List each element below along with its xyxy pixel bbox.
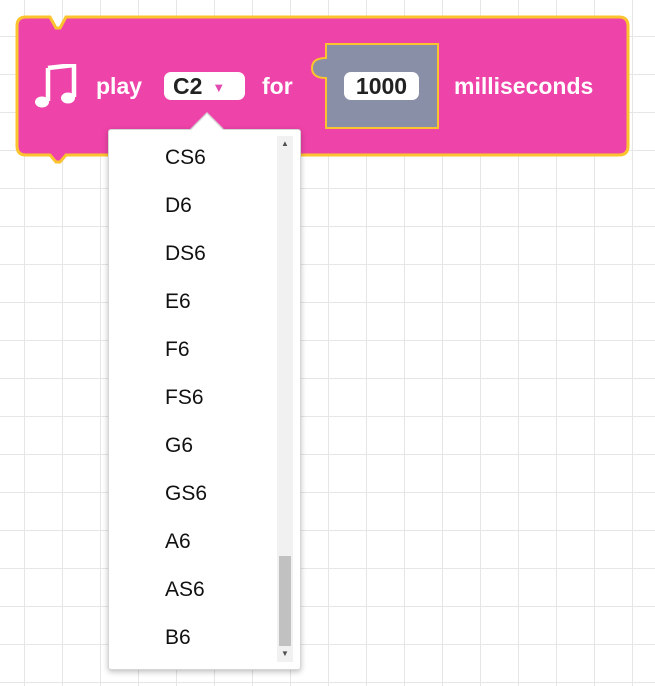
menu-item-f6[interactable]: F6 xyxy=(109,326,277,374)
scroll-down-icon[interactable]: ▼ xyxy=(277,646,293,662)
scrollbar-thumb[interactable] xyxy=(279,556,291,646)
menu-item-d6[interactable]: D6 xyxy=(109,182,277,230)
play-note-block[interactable] xyxy=(0,0,655,686)
menu-item-e6[interactable]: E6 xyxy=(109,278,277,326)
menu-item-as6[interactable]: AS6 xyxy=(109,566,277,614)
note-dropdown[interactable]: C2 ▼ xyxy=(164,72,245,100)
dropdown-scrollbar[interactable]: ▲ ▼ xyxy=(277,136,293,662)
menu-item-gs6[interactable]: GS6 xyxy=(109,470,277,518)
menu-item-a6[interactable]: A6 xyxy=(109,518,277,566)
menu-item-fs6[interactable]: FS6 xyxy=(109,374,277,422)
for-label: for xyxy=(262,73,293,99)
dropdown-pointer-fill xyxy=(190,114,224,131)
music-note-icon xyxy=(34,62,80,115)
duration-input[interactable]: 1000 xyxy=(344,72,419,100)
menu-item-g6[interactable]: G6 xyxy=(109,422,277,470)
scroll-up-icon[interactable]: ▲ xyxy=(277,136,293,152)
note-dropdown-menu: CS6 D6 DS6 E6 F6 FS6 G6 GS6 A6 AS6 B6 ▲ … xyxy=(108,129,301,670)
menu-item-cs6[interactable]: CS6 xyxy=(109,134,277,182)
note-value: C2 xyxy=(173,73,203,99)
note-options-list: CS6 D6 DS6 E6 F6 FS6 G6 GS6 A6 AS6 B6 xyxy=(109,130,277,669)
menu-item-b6[interactable]: B6 xyxy=(109,614,277,662)
menu-item-ds6[interactable]: DS6 xyxy=(109,230,277,278)
dropdown-arrow-icon: ▼ xyxy=(212,79,226,95)
play-label: play xyxy=(96,73,143,99)
milliseconds-label: milliseconds xyxy=(454,73,594,99)
